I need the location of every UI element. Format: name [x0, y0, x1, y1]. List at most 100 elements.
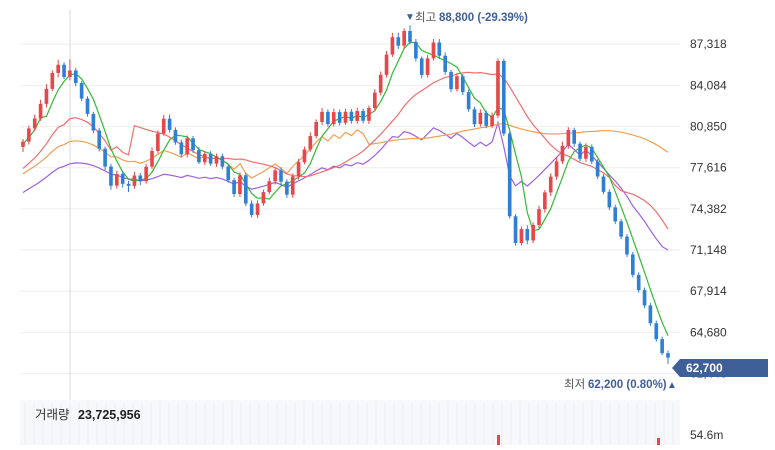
candle-body	[138, 175, 143, 182]
y-tick-label: 74,382	[690, 202, 727, 216]
candle-body	[443, 55, 447, 72]
candle	[378, 71, 383, 96]
candle-body	[302, 149, 307, 163]
low-label-prefix: 최저	[564, 378, 585, 391]
low-marker-icon: ▲	[667, 380, 677, 391]
candle-body	[455, 76, 459, 90]
candle	[513, 214, 518, 246]
y-tick-label: 77,616	[690, 161, 727, 175]
candle-body	[21, 141, 25, 147]
candle	[103, 146, 107, 171]
candle	[654, 320, 659, 342]
candle	[97, 127, 102, 152]
candle-body	[103, 148, 107, 167]
candle-body	[496, 60, 500, 116]
candle-body	[85, 98, 90, 114]
candle-body	[584, 146, 588, 159]
y-tick-label: 80,850	[690, 120, 727, 134]
candle-body	[249, 203, 254, 216]
candle-body	[472, 109, 477, 125]
volume-panel-bg	[20, 400, 680, 445]
candle	[62, 62, 66, 80]
candle	[226, 164, 231, 183]
candle	[460, 74, 465, 96]
candle	[589, 144, 594, 165]
candle-body	[531, 224, 535, 241]
candle-body	[296, 162, 301, 177]
candle-body	[390, 37, 395, 55]
candle-body	[109, 166, 113, 186]
volume-tick-label: 54.6m	[690, 428, 723, 442]
candle	[91, 111, 96, 134]
candle	[595, 159, 600, 179]
candle-body	[666, 353, 670, 358]
high-marker-icon: ▼	[405, 12, 415, 23]
candle-body	[601, 176, 606, 192]
candle-body	[27, 128, 31, 142]
candle	[314, 119, 318, 139]
candle-body	[273, 170, 277, 182]
candle-body	[513, 216, 518, 244]
candle-body	[431, 42, 436, 59]
candle-body	[279, 170, 283, 182]
candle	[636, 272, 641, 293]
candle-body	[578, 143, 582, 159]
candle	[384, 50, 389, 78]
candle-body	[285, 181, 289, 195]
candle-body	[156, 133, 160, 152]
candle	[531, 222, 535, 244]
candle-body	[232, 180, 236, 194]
candle	[496, 58, 500, 119]
candle-body	[337, 112, 342, 123]
volume-bar	[497, 435, 500, 445]
candle-body	[267, 181, 272, 193]
candle	[244, 173, 248, 207]
candle-body	[173, 129, 178, 143]
y-tick-label: 71,148	[690, 243, 727, 257]
y-tick-label: 67,914	[690, 284, 727, 298]
candle-body	[519, 229, 524, 244]
candle-body	[208, 153, 213, 164]
candle	[601, 174, 606, 195]
candle-body	[226, 166, 231, 181]
candle-body	[507, 133, 512, 217]
candle-body	[179, 142, 184, 155]
candle-body	[525, 229, 530, 241]
candle-body	[308, 136, 313, 150]
high-label-value: 88,800 (-29.39%)	[439, 12, 528, 24]
candle-body	[396, 37, 401, 46]
candle-body	[331, 112, 336, 125]
candle-body	[343, 111, 348, 123]
candle-body	[220, 156, 225, 167]
candle	[648, 302, 653, 326]
candle-body	[214, 156, 219, 164]
low-annotation: 최저 62,200 (0.80%) ▲	[564, 378, 677, 391]
candle-body	[466, 92, 471, 110]
candle-body	[314, 121, 318, 137]
candle-body	[238, 175, 242, 194]
candle	[619, 218, 623, 240]
candle-body	[79, 83, 84, 99]
candle-body	[120, 174, 125, 184]
candle-body	[68, 70, 72, 77]
candle-body	[73, 70, 78, 84]
candle-body	[261, 192, 266, 204]
candle-body	[437, 42, 442, 56]
candle-body	[62, 64, 66, 77]
candle-body	[478, 112, 483, 125]
volume-bar	[657, 438, 660, 445]
candle-body	[150, 151, 154, 167]
candle-body	[625, 236, 629, 255]
candle	[613, 204, 618, 225]
candle-body	[326, 111, 330, 125]
candle-body	[425, 58, 430, 75]
candle-body	[373, 92, 377, 109]
candle-body	[548, 176, 553, 193]
candle-body	[631, 254, 635, 275]
candle-body	[660, 339, 664, 354]
candle-body	[402, 31, 406, 46]
y-tick-label: 64,680	[690, 325, 727, 339]
candle-body	[126, 183, 131, 186]
candle-body	[607, 191, 612, 208]
candle	[414, 38, 418, 62]
